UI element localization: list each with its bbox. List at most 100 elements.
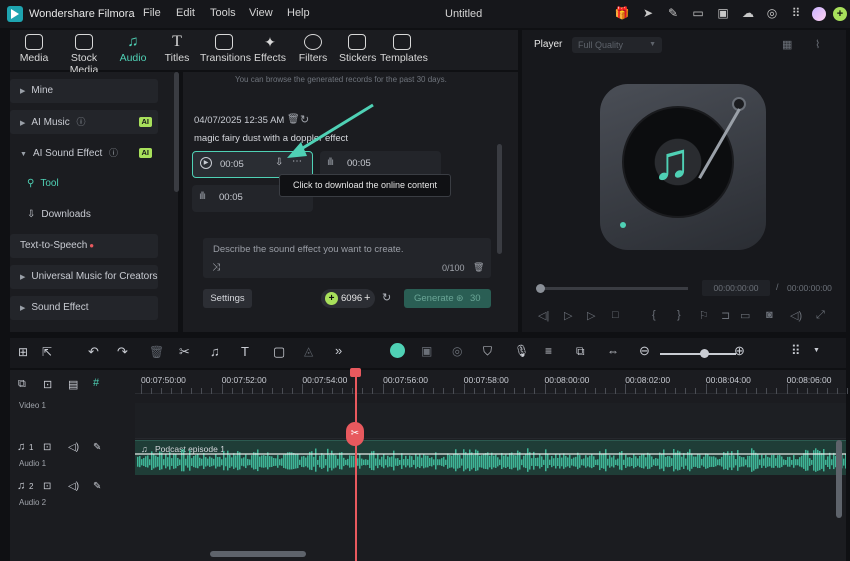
sidebar-item-tool[interactable]: ⚲ Tool — [10, 172, 158, 196]
quality-select[interactable]: Full Quality ▼ — [572, 37, 662, 53]
sidebar-item-mine[interactable]: ▶ Mine — [10, 79, 158, 103]
text-tool-icon[interactable]: T — [241, 344, 249, 359]
mark-in-icon[interactable]: { — [652, 309, 656, 321]
tab-templates[interactable]: Templates — [380, 32, 428, 70]
menu-help[interactable]: Help — [287, 7, 310, 19]
color-icon[interactable]: ◬ — [304, 344, 313, 358]
crop-icon[interactable]: ▢ — [273, 344, 285, 360]
volume-icon[interactable]: ◁) — [68, 442, 79, 453]
sidebar-item-downloads[interactable]: ⇩ Downloads — [10, 203, 158, 227]
horizontal-scrollbar[interactable] — [210, 551, 306, 557]
display-icon[interactable]: ▭ — [740, 309, 750, 322]
chevron-down-icon[interactable]: ▼ — [813, 347, 820, 354]
sidebar-item-sound-effect[interactable]: ▶ Sound Effect — [10, 296, 158, 320]
stop-icon[interactable]: □ — [612, 309, 619, 321]
auto-beat-icon[interactable]: ✎ — [93, 481, 101, 492]
link-icon[interactable]: ⊡ — [43, 378, 52, 391]
cloud-upload-icon[interactable]: ☁ — [740, 6, 756, 21]
save-icon[interactable]: ▣ — [715, 6, 731, 21]
tab-audio[interactable]: ♫ Audio — [116, 32, 150, 70]
zoom-out-icon[interactable]: ⊖ — [639, 343, 650, 359]
play-icon[interactable]: ▷ — [564, 309, 572, 322]
headset-icon[interactable]: ◎ — [764, 6, 780, 21]
undo-icon[interactable]: ↶ — [88, 344, 99, 360]
add-track-icon[interactable]: ⧉ — [18, 378, 26, 391]
playhead[interactable] — [355, 370, 357, 561]
prompt-input[interactable]: Describe the sound effect you want to cr… — [203, 238, 491, 278]
volume-icon[interactable]: ◁) — [68, 481, 79, 492]
grid-menu-icon[interactable]: ⠿ — [791, 343, 801, 359]
play-icon[interactable]: ▶ — [200, 157, 212, 169]
tab-transitions[interactable]: Transitions — [200, 32, 251, 70]
help-icon[interactable]: ⓘ — [77, 117, 86, 127]
menu-file[interactable]: File — [143, 7, 161, 19]
sidebar-item-ai-music[interactable]: ▶ AI Music ⓘ AI — [10, 110, 158, 134]
feedback-icon[interactable]: ✎ — [665, 6, 681, 21]
shuffle-icon[interactable]: ⤨ — [212, 262, 220, 273]
record-icon[interactable]: ◎ — [452, 344, 462, 358]
generate-button[interactable]: Generate ⊛ 30 — [404, 289, 491, 308]
track-manager-icon[interactable]: ▤ — [68, 378, 78, 391]
tab-stickers[interactable]: Stickers — [339, 32, 376, 70]
settings-button[interactable]: Settings — [203, 289, 252, 308]
apps-grid-icon[interactable]: ⠿ — [788, 6, 804, 21]
split-icon[interactable]: ✂ — [179, 344, 190, 360]
refresh-icon[interactable]: ↻ — [382, 291, 391, 304]
gift-icon[interactable]: 🎁 — [614, 6, 630, 21]
sidebar-item-ai-sound-effect[interactable]: ▼ AI Sound Effect ⓘ AI — [10, 141, 158, 165]
playback-progress[interactable] — [540, 287, 688, 290]
shield-icon[interactable]: ⛉ — [483, 344, 492, 359]
upgrade-icon[interactable]: + — [833, 7, 847, 21]
fit-icon[interactable]: ⇔ — [607, 344, 619, 358]
grid-view-icon[interactable]: ▦ — [782, 38, 792, 51]
delete-icon[interactable]: 🗑 — [473, 262, 484, 273]
content-scrollbar[interactable] — [497, 144, 502, 254]
volume-icon[interactable]: ◁) — [790, 309, 802, 322]
tab-titles[interactable]: T Titles — [162, 32, 192, 70]
select-tool-icon[interactable]: ⇱ — [42, 345, 52, 359]
layout-icon[interactable]: ⊞ — [18, 345, 28, 359]
scope-icon[interactable]: ⌇ — [815, 38, 820, 51]
playhead-handle[interactable] — [350, 368, 361, 377]
auto-beat-icon[interactable]: ✎ — [93, 442, 101, 453]
microphone-icon[interactable]: 🎙 — [514, 344, 529, 358]
snap-icon[interactable]: # — [93, 377, 99, 389]
more-tools-icon[interactable]: » — [335, 343, 342, 358]
camera-icon[interactable]: ▣ — [421, 344, 432, 358]
mark-out-icon[interactable]: } — [677, 309, 681, 321]
zoom-in-icon[interactable]: ⊕ — [734, 343, 745, 359]
lock-icon[interactable]: ⊡ — [43, 442, 51, 453]
lock-icon[interactable]: ⊡ — [43, 481, 51, 492]
sidebar-scrollbar[interactable] — [174, 72, 179, 192]
tab-effects[interactable]: ✦ Effects — [254, 32, 286, 70]
audio-clip[interactable]: ♫ Podcast episode 1 — [135, 440, 846, 476]
replace-icon[interactable]: ⧉ — [576, 344, 585, 359]
snapshot-icon[interactable]: ◙ — [766, 309, 773, 321]
menu-edit[interactable]: Edit — [176, 7, 195, 19]
menu-view[interactable]: View — [249, 7, 273, 19]
ai-assistant-icon[interactable] — [390, 343, 405, 358]
audio-mix-icon[interactable]: ≡ — [545, 344, 552, 358]
audio-track-1[interactable]: ♫ Podcast episode 1 — [135, 439, 846, 476]
progress-handle[interactable] — [536, 284, 545, 293]
help-icon[interactable]: ⓘ — [109, 148, 118, 158]
insert-icon[interactable]: ⊐ — [721, 309, 730, 322]
play-forward-icon[interactable]: ▷ — [587, 309, 595, 322]
avatar[interactable] — [812, 7, 826, 21]
zoom-slider[interactable] — [660, 353, 736, 355]
audio-edit-icon[interactable]: ♫ — [210, 344, 220, 359]
send-icon[interactable]: ➤ — [640, 6, 656, 21]
menu-tools[interactable]: Tools — [210, 7, 236, 19]
tab-stock-media[interactable]: Stock Media — [56, 32, 112, 76]
vertical-scrollbar[interactable] — [836, 440, 842, 518]
video-track-1[interactable] — [135, 403, 846, 439]
sidebar-item-text-to-speech[interactable]: Text-to-Speech ● — [10, 234, 158, 258]
zoom-handle[interactable] — [700, 349, 709, 358]
delete-icon[interactable]: 🗑 — [149, 345, 164, 359]
fullscreen-icon[interactable]: ⤢ — [816, 309, 825, 322]
marker-icon[interactable]: ⚐ — [699, 309, 709, 322]
add-credits-icon[interactable]: + — [364, 289, 370, 308]
prev-frame-icon[interactable]: ◁| — [538, 309, 549, 322]
audio-track-2[interactable] — [135, 475, 846, 515]
tab-filters[interactable]: Filters — [298, 32, 328, 70]
